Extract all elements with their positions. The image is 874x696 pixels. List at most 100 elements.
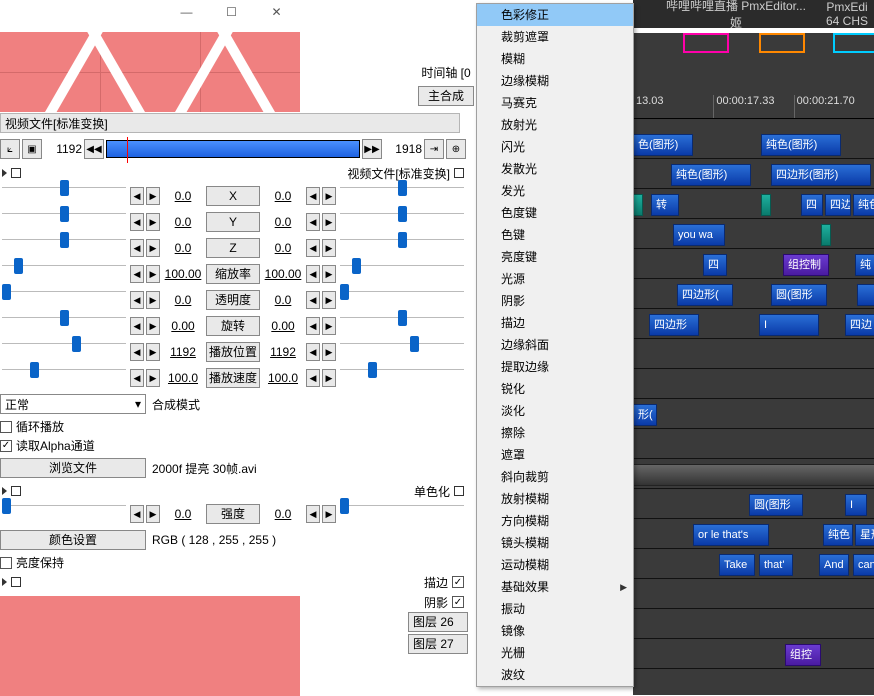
- clip[interactable]: 圆(图形: [771, 284, 827, 306]
- intensity-button[interactable]: 强度: [206, 504, 260, 524]
- y-button[interactable]: Y: [206, 212, 260, 232]
- menu-item-12[interactable]: 光源: [477, 268, 633, 290]
- marker-orange[interactable]: [759, 33, 805, 53]
- z-l-val[interactable]: 0.0: [162, 241, 204, 255]
- clip[interactable]: [633, 464, 874, 486]
- rotate-slider-right[interactable]: [340, 317, 464, 335]
- scale-l-val[interactable]: 100.00: [162, 267, 204, 281]
- clip[interactable]: 四边: [825, 194, 851, 216]
- playpos-slider-left[interactable]: [2, 343, 126, 361]
- menu-item-20[interactable]: 遮罩: [477, 444, 633, 466]
- clip[interactable]: that': [759, 554, 793, 576]
- playspeed-l-val[interactable]: 100.0: [162, 371, 204, 385]
- task-item-2b[interactable]: 64 CHS: [826, 14, 868, 28]
- menu-item-30[interactable]: 波纹: [477, 664, 633, 686]
- x-l-val[interactable]: 0.0: [162, 189, 204, 203]
- scale-r-val[interactable]: 100.00: [262, 267, 304, 281]
- playpos-slider-right[interactable]: [340, 343, 464, 361]
- playspeed-r-val[interactable]: 100.0: [262, 371, 304, 385]
- intensity-l-val[interactable]: 0.0: [162, 507, 204, 521]
- menu-item-16[interactable]: 提取边缘: [477, 356, 633, 378]
- clip[interactable]: 色(图形): [633, 134, 693, 156]
- menu-item-24[interactable]: 镜头模糊: [477, 532, 633, 554]
- clip[interactable]: 纯色: [853, 194, 874, 216]
- opacity-l-val[interactable]: 0.0: [162, 293, 204, 307]
- clip[interactable]: I: [759, 314, 819, 336]
- y-slider-right[interactable]: [340, 213, 464, 231]
- toggle-icon-2[interactable]: [11, 486, 21, 496]
- clip[interactable]: 四边形: [649, 314, 699, 336]
- menu-item-27[interactable]: 振动: [477, 598, 633, 620]
- frame-prev-button[interactable]: ◀◀: [84, 139, 104, 159]
- playspeed-button[interactable]: 播放速度: [206, 368, 260, 388]
- playspeed-slider-left[interactable]: [2, 369, 126, 387]
- loop-checkbox[interactable]: [0, 421, 12, 433]
- scale-slider-left[interactable]: [2, 265, 126, 283]
- clip[interactable]: 转: [651, 194, 679, 216]
- frame-aux-1[interactable]: ⇥: [424, 139, 444, 159]
- blend-mode-select[interactable]: 正常▾: [0, 394, 146, 414]
- clip[interactable]: [633, 194, 643, 216]
- section-video-gear[interactable]: [454, 168, 464, 178]
- clip[interactable]: or le that's: [693, 524, 769, 546]
- menu-item-1[interactable]: 裁剪遮罩: [477, 26, 633, 48]
- x-l-inc[interactable]: ▶: [146, 187, 160, 205]
- playpos-l-val[interactable]: 1192: [162, 345, 204, 359]
- x-r-dec[interactable]: ◀: [306, 187, 320, 205]
- menu-item-4[interactable]: 马赛克: [477, 92, 633, 114]
- menu-item-13[interactable]: 阴影: [477, 290, 633, 312]
- keep-luma-checkbox[interactable]: [0, 557, 12, 569]
- toggle-icon-1[interactable]: [11, 168, 21, 178]
- menu-item-0[interactable]: 色彩修正: [477, 4, 633, 26]
- clip[interactable]: 四: [801, 194, 823, 216]
- opacity-button[interactable]: 透明度: [206, 290, 260, 310]
- menu-item-17[interactable]: 锐化: [477, 378, 633, 400]
- menu-item-22[interactable]: 放射模糊: [477, 488, 633, 510]
- section-mono-gear[interactable]: [454, 486, 464, 496]
- opacity-slider-left[interactable]: [2, 291, 126, 309]
- clip[interactable]: 纯色(图形): [671, 164, 751, 186]
- shadow-check[interactable]: ✓: [452, 596, 464, 608]
- opacity-r-val[interactable]: 0.0: [262, 293, 304, 307]
- z-slider-left[interactable]: [2, 239, 126, 257]
- menu-item-18[interactable]: 淡化: [477, 400, 633, 422]
- menu-item-11[interactable]: 亮度键: [477, 246, 633, 268]
- intensity-r-val[interactable]: 0.0: [262, 507, 304, 521]
- z-slider-right[interactable]: [340, 239, 464, 257]
- y-l-val[interactable]: 0.0: [162, 215, 204, 229]
- menu-item-5[interactable]: 放射光: [477, 114, 633, 136]
- playspeed-slider-right[interactable]: [340, 369, 464, 387]
- clip[interactable]: 星形: [855, 524, 874, 546]
- y-r-val[interactable]: 0.0: [262, 215, 304, 229]
- menu-item-10[interactable]: 色键: [477, 224, 633, 246]
- close-button[interactable]: ✕: [254, 0, 299, 24]
- x-slider-right[interactable]: [340, 187, 464, 205]
- rotate-l-val[interactable]: 0.00: [162, 319, 204, 333]
- menu-item-9[interactable]: 色度键: [477, 202, 633, 224]
- y-slider-left[interactable]: [2, 213, 126, 231]
- x-l-dec[interactable]: ◀: [130, 187, 144, 205]
- menu-item-15[interactable]: 边缘斜面: [477, 334, 633, 356]
- marker-pink[interactable]: [683, 33, 729, 53]
- menu-item-21[interactable]: 斜向裁剪: [477, 466, 633, 488]
- rotate-slider-left[interactable]: [2, 317, 126, 335]
- maximize-button[interactable]: ☐: [209, 0, 254, 24]
- clip[interactable]: 组控制: [783, 254, 829, 276]
- playpos-button[interactable]: 播放位置: [206, 342, 260, 362]
- main-comp-button[interactable]: 主合成: [418, 86, 474, 106]
- clip[interactable]: you wa: [673, 224, 725, 246]
- scale-button[interactable]: 缩放率: [206, 264, 260, 284]
- menu-item-23[interactable]: 方向模糊: [477, 510, 633, 532]
- menu-item-6[interactable]: 闪光: [477, 136, 633, 158]
- rotate-r-val[interactable]: 0.00: [262, 319, 304, 333]
- clip[interactable]: [761, 194, 771, 216]
- task-item-1[interactable]: 哔哩哔哩直播 PmxEditor...: [666, 0, 806, 14]
- clip[interactable]: And: [819, 554, 849, 576]
- menu-item-19[interactable]: 擦除: [477, 422, 633, 444]
- clip[interactable]: 组控: [785, 644, 821, 666]
- clip[interactable]: [821, 224, 831, 246]
- clip[interactable]: 形(: [633, 404, 657, 426]
- expand-icon-2[interactable]: [2, 487, 7, 495]
- alpha-checkbox[interactable]: ✓: [0, 440, 12, 452]
- frame-aux-2[interactable]: ⊕: [446, 139, 466, 159]
